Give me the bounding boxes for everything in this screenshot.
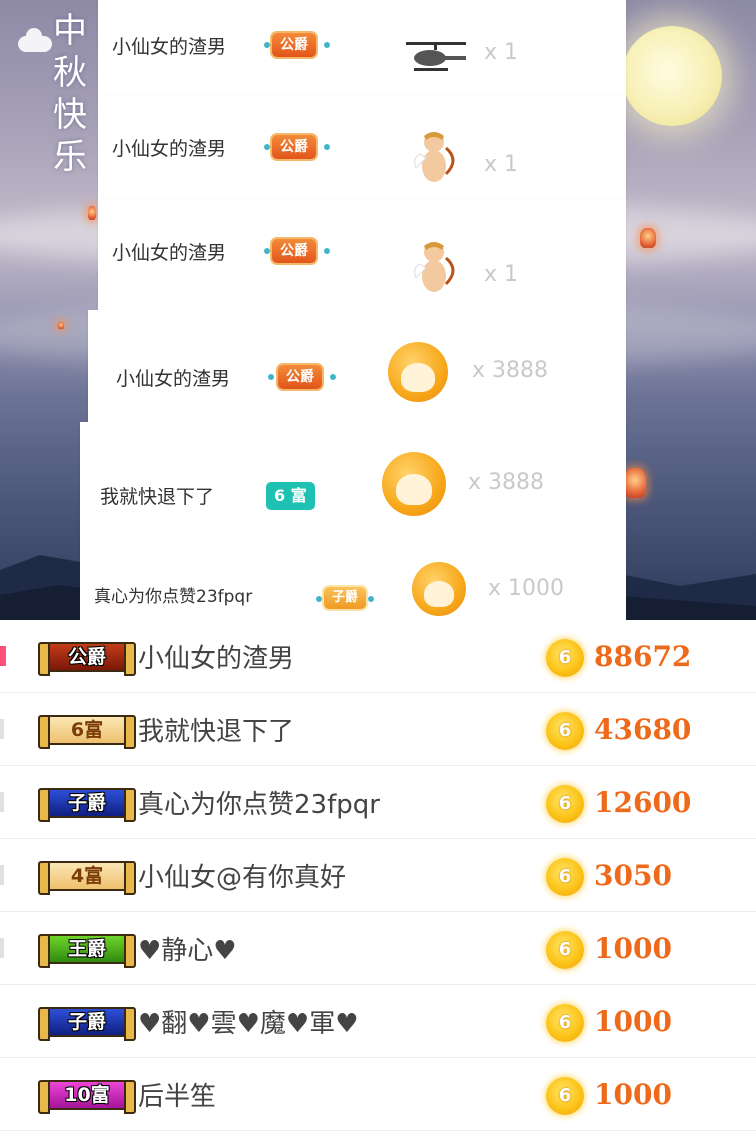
coin-icon: 6 xyxy=(546,785,584,823)
level-badge: 子爵 xyxy=(38,788,136,822)
leaderboard-row[interactable]: 公爵 小仙女的渣男 6 88672 xyxy=(0,620,756,693)
score-value: 1000 xyxy=(594,1005,672,1038)
gift-notification: 小仙女的渣男 公爵 x 1 xyxy=(98,0,626,96)
badge-dot xyxy=(264,42,270,48)
level-badge: 4富 xyxy=(38,861,136,895)
level-badge: 公爵 xyxy=(38,642,136,676)
badge-dot xyxy=(264,248,270,254)
leaderboard-row[interactable]: 4富 小仙女@有你真好 6 3050 xyxy=(0,839,756,912)
sender-name: 小仙女的渣男 xyxy=(116,368,231,390)
gift-count: x 1 xyxy=(484,262,519,287)
helicopter-icon xyxy=(406,42,466,71)
level-badge: 6富 xyxy=(38,715,136,749)
leaderboard-row[interactable]: 王爵 ♥静心♥ 6 1000 xyxy=(0,912,756,985)
player-name: 小仙女@有你真好 xyxy=(138,863,347,893)
leaderboard-row[interactable]: 10富 后半笙 6 1000 xyxy=(0,1058,756,1131)
rank-badge: 子爵 xyxy=(324,587,367,609)
cloud-icon xyxy=(18,28,52,52)
rank-marker xyxy=(0,1084,4,1104)
rank-badge: 公爵 xyxy=(272,135,316,159)
player-name: ♥翻♥雲♥魔♥軍♥ xyxy=(138,1009,359,1039)
leaderboard-row[interactable]: 子爵 真心为你点赞23fpqr 6 12600 xyxy=(0,766,756,839)
sender-name: 小仙女的渣男 xyxy=(112,138,227,160)
gift-count: x 1 xyxy=(484,152,519,177)
leaderboard-row[interactable]: 子爵 ♥翻♥雲♥魔♥軍♥ 6 1000 xyxy=(0,985,756,1058)
level-badge: 王爵 xyxy=(38,934,136,968)
coin-icon: 6 xyxy=(546,931,584,969)
coin-icon: 6 xyxy=(546,1004,584,1042)
player-name: 真心为你点赞23fpqr xyxy=(138,790,380,820)
score-value: 43680 xyxy=(594,713,692,746)
coin-avatar-icon xyxy=(388,342,448,402)
greeting-char: 乐 xyxy=(53,137,87,177)
cupid-icon xyxy=(414,132,455,182)
badge-dot xyxy=(330,374,336,380)
rank-marker xyxy=(0,792,4,812)
badge-dot xyxy=(268,374,274,380)
sender-name: 小仙女的渣男 xyxy=(112,242,227,264)
rank-marker xyxy=(0,865,4,885)
player-name: ♥静心♥ xyxy=(138,936,237,966)
score-value: 1000 xyxy=(594,1078,672,1111)
sky-lantern xyxy=(624,468,646,498)
festival-greeting: 中 秋 快 乐 xyxy=(48,10,92,178)
leaderboard-row[interactable]: 6富 我就快退下了 6 43680 xyxy=(0,693,756,766)
sky-lantern xyxy=(88,206,96,220)
gift-notification: 小仙女的渣男 公爵 x 3888 xyxy=(88,310,626,422)
score-value: 88672 xyxy=(594,640,692,673)
rank-badge: 公爵 xyxy=(278,365,322,389)
gift-notification: 小仙女的渣男 公爵 x 1 xyxy=(98,200,626,310)
sky-lantern xyxy=(58,322,64,329)
badge-dot xyxy=(324,144,330,150)
badge-dot xyxy=(324,42,330,48)
sender-name: 小仙女的渣男 xyxy=(112,36,227,58)
cupid-icon xyxy=(414,242,455,292)
player-name: 我就快退下了 xyxy=(138,717,295,747)
rank-marker xyxy=(0,938,4,958)
coin-icon: 6 xyxy=(546,1077,584,1115)
gift-count: x 1000 xyxy=(488,576,565,601)
score-value: 1000 xyxy=(594,932,672,965)
gift-notification: 真心为你点赞23fpqr 子爵 x 1000 xyxy=(80,538,626,620)
rank-badge: 公爵 xyxy=(272,239,316,263)
greeting-char: 中 xyxy=(53,11,87,51)
coin-icon: 6 xyxy=(546,639,584,677)
rank-badge: 公爵 xyxy=(272,33,316,57)
coin-icon: 6 xyxy=(546,858,584,896)
sender-name: 我就快退下了 xyxy=(100,486,215,508)
score-value: 12600 xyxy=(594,786,692,819)
badge-dot xyxy=(324,248,330,254)
sky-lantern xyxy=(640,228,656,248)
rank-badge: 6 富 xyxy=(266,482,315,510)
greeting-char: 快 xyxy=(53,95,87,135)
greeting-char: 秋 xyxy=(53,53,87,93)
level-badge: 子爵 xyxy=(38,1007,136,1041)
coin-icon: 6 xyxy=(546,712,584,750)
contribution-leaderboard: 公爵 小仙女的渣男 6 88672 6富 我就快退下了 6 43680 子爵 真… xyxy=(0,620,756,1134)
coin-avatar-icon xyxy=(382,452,446,516)
coin-avatar-icon xyxy=(412,562,466,616)
player-name: 后半笙 xyxy=(138,1082,217,1112)
rank-marker xyxy=(0,646,6,666)
rank-marker xyxy=(0,1011,4,1031)
gift-notification: 我就快退下了 6 富 x 3888 xyxy=(80,422,626,538)
gift-count: x 1 xyxy=(484,40,519,65)
moon xyxy=(622,26,722,126)
level-badge: 10富 xyxy=(38,1080,136,1114)
rank-marker xyxy=(0,719,4,739)
score-value: 3050 xyxy=(594,859,672,892)
sender-name: 真心为你点赞23fpqr xyxy=(94,587,253,607)
badge-dot xyxy=(368,596,374,602)
gift-notification: 小仙女的渣男 公爵 x 1 xyxy=(98,96,626,200)
badge-dot xyxy=(316,596,322,602)
gift-count: x 3888 xyxy=(472,358,549,383)
badge-dot xyxy=(264,144,270,150)
player-name: 小仙女的渣男 xyxy=(138,644,295,674)
gift-count: x 3888 xyxy=(468,470,545,495)
